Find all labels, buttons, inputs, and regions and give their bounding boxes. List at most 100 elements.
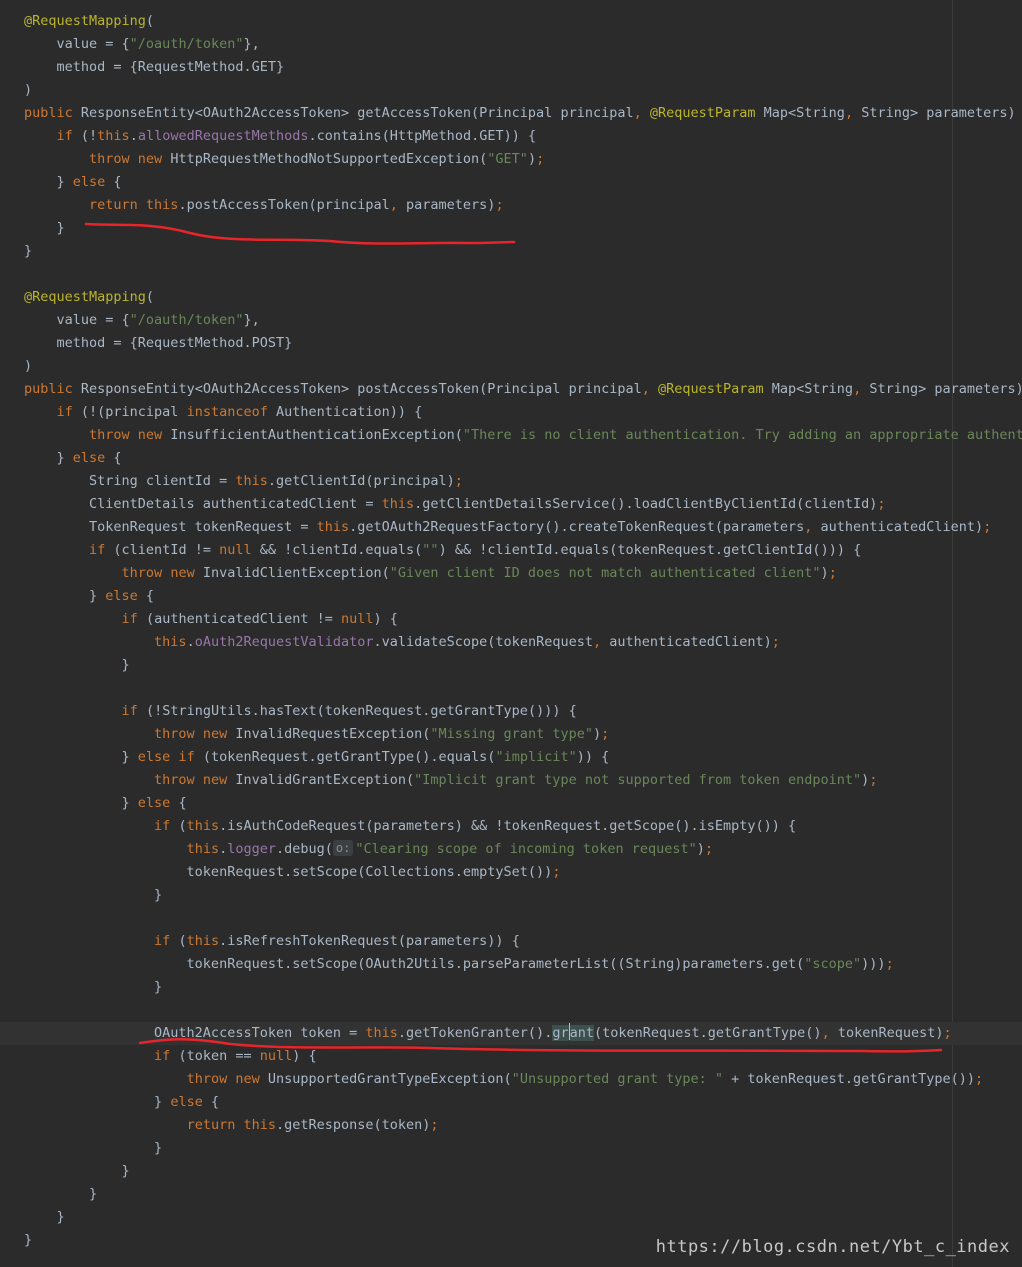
code-token: null bbox=[219, 542, 260, 558]
code-token: @RequestParam bbox=[649, 105, 764, 121]
code-line[interactable]: } bbox=[24, 217, 1022, 240]
code-line[interactable]: ) bbox=[24, 355, 1022, 378]
code-line[interactable]: tokenRequest.setScope(OAuth2Utils.parseP… bbox=[24, 953, 1022, 976]
code-line[interactable]: if (clientId != null && !clientId.equals… bbox=[24, 539, 1022, 562]
code-line[interactable] bbox=[24, 907, 1022, 930]
code-token: .postAccessToken(principal bbox=[178, 197, 390, 213]
code-line[interactable]: } bbox=[24, 1183, 1022, 1206]
code-line[interactable]: if (authenticatedClient != null) { bbox=[24, 608, 1022, 631]
code-line[interactable]: } bbox=[24, 1137, 1022, 1160]
code-line[interactable]: } else if (tokenRequest.getGrantType().e… bbox=[24, 746, 1022, 769]
code-token: } bbox=[275, 59, 285, 75]
code-line[interactable]: value = {"/oauth/token"}, bbox=[24, 309, 1022, 332]
code-token: this bbox=[186, 933, 220, 949]
code-token: if bbox=[89, 542, 114, 558]
code-token: , bbox=[633, 105, 650, 121]
code-line[interactable]: ClientDetails authenticatedClient = this… bbox=[24, 493, 1022, 516]
code-token: this bbox=[97, 128, 130, 144]
code-line[interactable]: } bbox=[24, 1160, 1022, 1183]
code-token: @RequestParam bbox=[657, 381, 772, 397]
code-line[interactable]: @RequestMapping( bbox=[24, 286, 1022, 309]
code-token: this bbox=[316, 519, 350, 535]
code-line[interactable]: throw new InvalidClientException("Given … bbox=[24, 562, 1022, 585]
code-line[interactable]: throw new InvalidRequestException("Missi… bbox=[24, 723, 1022, 746]
code-lines[interactable]: @RequestMapping( value = {"/oauth/token"… bbox=[0, 10, 1022, 1252]
code-token: ; bbox=[943, 1025, 952, 1041]
code-token: ) { bbox=[373, 611, 398, 627]
code-line[interactable]: return this.getResponse(token); bbox=[24, 1114, 1022, 1137]
code-line[interactable]: throw new HttpRequestMethodNotSupportedE… bbox=[24, 148, 1022, 171]
code-token: OAuth2AccessToken token = bbox=[24, 1025, 366, 1041]
code-line[interactable]: public ResponseEntity<OAuth2AccessToken>… bbox=[24, 102, 1022, 125]
code-token: } bbox=[24, 1186, 98, 1202]
code-line[interactable]: if (!(principal instanceof Authenticatio… bbox=[24, 401, 1022, 424]
code-line[interactable]: throw new InvalidGrantException("Implici… bbox=[24, 769, 1022, 792]
highlighted-identifier: ant bbox=[569, 1025, 594, 1041]
code-line[interactable]: if (!StringUtils.hasText(tokenRequest.ge… bbox=[24, 700, 1022, 723]
code-token: this bbox=[365, 1025, 398, 1041]
code-line[interactable]: return this.postAccessToken(principal, p… bbox=[24, 194, 1022, 217]
code-line[interactable]: this.logger.debug(o: "Clearing scope of i… bbox=[24, 838, 1022, 861]
code-token: (clientId != bbox=[113, 542, 220, 558]
code-line[interactable]: this.oAuth2RequestValidator.validateScop… bbox=[24, 631, 1022, 654]
code-token: else bbox=[137, 795, 179, 811]
code-line[interactable]: if (this.isAuthCodeRequest(parameters) &… bbox=[24, 815, 1022, 838]
code-token: this bbox=[186, 841, 220, 857]
code-line[interactable]: OAuth2AccessToken token = this.getTokenG… bbox=[0, 1022, 1022, 1045]
code-line[interactable]: tokenRequest.setScope(Collections.emptyS… bbox=[24, 861, 1022, 884]
code-line[interactable]: } bbox=[24, 240, 1022, 263]
code-line[interactable] bbox=[24, 677, 1022, 700]
code-line[interactable]: value = {"/oauth/token"}, bbox=[24, 33, 1022, 56]
code-line[interactable]: ) bbox=[24, 79, 1022, 102]
code-token: @RequestMapping bbox=[24, 13, 146, 29]
code-token: value = { bbox=[24, 312, 130, 328]
code-token: throw new bbox=[89, 151, 171, 167]
code-line[interactable]: public ResponseEntity<OAuth2AccessToken>… bbox=[24, 378, 1022, 401]
code-editor[interactable]: @RequestMapping( value = {"/oauth/token"… bbox=[0, 0, 1022, 1267]
code-token: InvalidClientException( bbox=[202, 565, 390, 581]
code-token: ClientDetails authenticatedClient = bbox=[24, 496, 382, 512]
code-line[interactable]: if (this.isRefreshTokenRequest(parameter… bbox=[24, 930, 1022, 953]
code-token: ; bbox=[983, 519, 992, 535]
code-line[interactable]: } else { bbox=[24, 585, 1022, 608]
code-line[interactable]: } else { bbox=[24, 1091, 1022, 1114]
code-token: logger bbox=[227, 841, 276, 857]
code-line[interactable]: String clientId = this.getClientId(princ… bbox=[24, 470, 1022, 493]
code-line[interactable]: method = {RequestMethod.GET} bbox=[24, 56, 1022, 79]
code-token: ( bbox=[145, 289, 155, 305]
code-token: } bbox=[24, 1163, 130, 1179]
code-token: tokenRequest.setScope(Collections.emptyS… bbox=[24, 864, 553, 880]
code-line[interactable]: } bbox=[24, 976, 1022, 999]
code-token: . bbox=[219, 841, 228, 857]
code-token: } bbox=[24, 243, 33, 259]
code-token: if bbox=[56, 128, 81, 144]
code-line[interactable]: } bbox=[24, 654, 1022, 677]
code-token: { bbox=[210, 1094, 220, 1110]
code-line[interactable] bbox=[24, 263, 1022, 286]
code-line[interactable]: if (!this.allowedRequestMethods.contains… bbox=[24, 125, 1022, 148]
code-line[interactable]: } else { bbox=[24, 792, 1022, 815]
code-token: "/oauth/token" bbox=[129, 36, 244, 52]
code-line[interactable]: } bbox=[24, 884, 1022, 907]
code-token: GET bbox=[251, 59, 276, 75]
code-line[interactable]: throw new UnsupportedGrantTypeException(… bbox=[24, 1068, 1022, 1091]
code-line[interactable]: } else { bbox=[24, 447, 1022, 470]
code-line[interactable]: } bbox=[24, 1206, 1022, 1229]
code-token: method = {RequestMethod. bbox=[24, 335, 252, 351]
code-line[interactable]: @RequestMapping( bbox=[24, 10, 1022, 33]
code-line[interactable]: method = {RequestMethod.POST} bbox=[24, 332, 1022, 355]
code-token: + tokenRequest.getGrantType()) bbox=[731, 1071, 975, 1087]
code-line[interactable]: if (token == null) { bbox=[24, 1045, 1022, 1068]
code-token: { bbox=[113, 450, 122, 466]
code-line[interactable] bbox=[24, 999, 1022, 1022]
code-line[interactable]: TokenRequest tokenRequest = this.getOAut… bbox=[24, 516, 1022, 539]
code-token: } bbox=[24, 749, 138, 765]
code-token: . bbox=[129, 128, 138, 144]
code-line[interactable]: throw new InsufficientAuthenticationExce… bbox=[24, 424, 1022, 447]
code-token: ( bbox=[145, 13, 155, 29]
code-line[interactable]: } else { bbox=[24, 171, 1022, 194]
